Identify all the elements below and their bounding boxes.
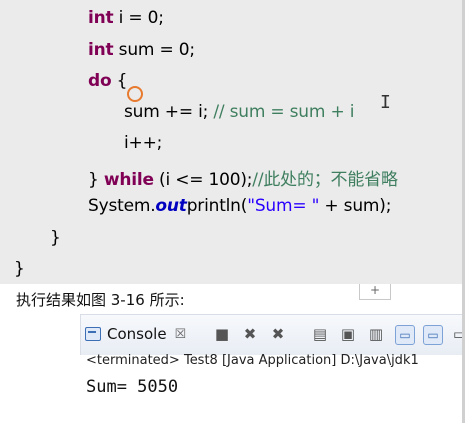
code-line-1: int i = 0; bbox=[88, 8, 164, 28]
console-view: Console ☒ ■ ✖ ✖ ▤ ▣ ▥ ▭ ▭ ▭ <terminated>… bbox=[0, 308, 465, 423]
code-snippet: int i = 0; int sum = 0; do { sum += i; /… bbox=[0, 0, 465, 284]
show-on-stdout-icon[interactable]: ▭ bbox=[395, 325, 415, 345]
remove-all-terminated-icon[interactable]: ✖ bbox=[269, 325, 287, 343]
text-cursor-ibeam-icon: I bbox=[380, 92, 391, 113]
tab-console[interactable]: Console ☒ bbox=[85, 321, 186, 347]
scroll-lock-icon[interactable]: ▣ bbox=[339, 325, 357, 343]
code-line-8: } bbox=[50, 228, 61, 248]
terminated-status: <terminated> Test8 [Java Application] D:… bbox=[86, 353, 419, 368]
remove-launch-icon[interactable]: ✖ bbox=[241, 325, 259, 343]
clear-console-icon[interactable]: ▤ bbox=[311, 325, 329, 343]
console-toolbar: Console ☒ ■ ✖ ✖ ▤ ▣ ▥ ▭ ▭ ▭ bbox=[80, 314, 465, 355]
tab-console-label: Console bbox=[107, 325, 167, 343]
code-line-6: } while (i <= 100);//此处的；不能省略 bbox=[88, 170, 398, 190]
code-line-5: i++; bbox=[124, 133, 163, 153]
close-tab-icon[interactable]: ☒ bbox=[175, 327, 187, 342]
show-on-stderr-icon[interactable]: ▭ bbox=[423, 325, 443, 345]
code-line-2: int sum = 0; bbox=[88, 40, 195, 60]
code-line-4: sum += i; // sum = sum + i bbox=[124, 102, 355, 122]
console-icon bbox=[85, 327, 101, 341]
word-wrap-icon[interactable]: ▥ bbox=[367, 325, 385, 343]
console-output: Sum= 5050 bbox=[86, 377, 179, 397]
code-line-3: do { bbox=[88, 71, 128, 91]
terminate-icon[interactable]: ■ bbox=[213, 325, 231, 343]
code-line-9: } bbox=[14, 259, 25, 279]
code-line-7: System.outprintln("Sum= " + sum); bbox=[88, 196, 392, 216]
figure-caption: 执行结果如图 3-16 所示: bbox=[16, 291, 185, 309]
mouse-cursor-icon bbox=[127, 86, 143, 102]
expand-tab-button[interactable]: + bbox=[359, 284, 391, 300]
